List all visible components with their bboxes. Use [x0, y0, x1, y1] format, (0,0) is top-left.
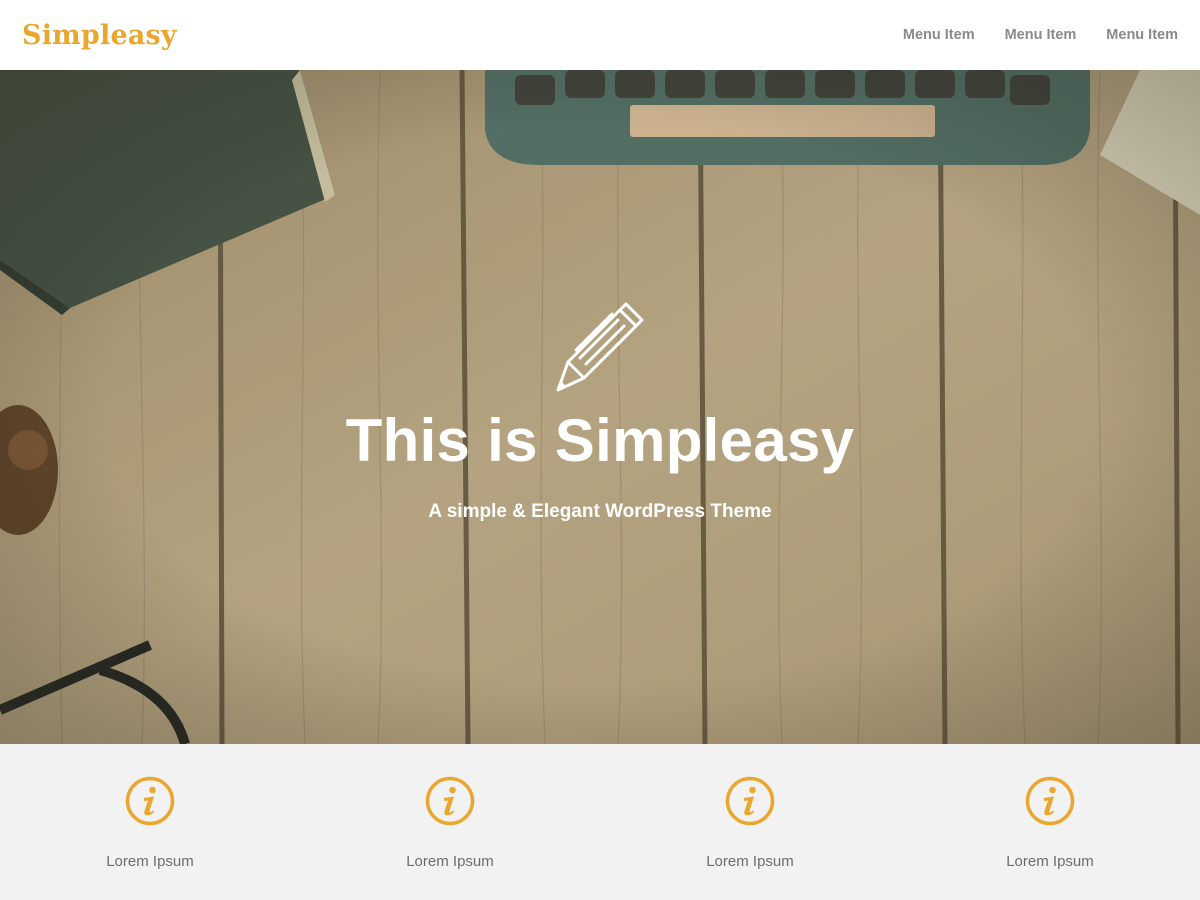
hero-banner: This is Simpleasy A simple & Elegant Wor… — [0, 70, 1200, 744]
nav-menu-item-2[interactable]: Menu Item — [1005, 27, 1077, 43]
info-icon — [725, 776, 775, 826]
nav-menu-item-3[interactable]: Menu Item — [1106, 27, 1178, 43]
hero-title: This is Simpleasy — [345, 407, 855, 474]
feature-item: Lorem Ipsum — [300, 744, 600, 900]
info-icon — [425, 776, 475, 826]
features-strip: Lorem Ipsum Lorem Ipsum Lorem Ipsum Lore… — [0, 744, 1200, 900]
feature-item: Lorem Ipsum — [600, 744, 900, 900]
site-header: Simpleasy Menu Item Menu Item Menu Item — [0, 0, 1200, 70]
pencil-icon — [556, 302, 644, 392]
feature-item: Lorem Ipsum — [900, 744, 1200, 900]
hero-content: This is Simpleasy A simple & Elegant Wor… — [0, 300, 1200, 523]
info-icon — [125, 776, 175, 826]
feature-label: Lorem Ipsum — [106, 853, 194, 870]
feature-label: Lorem Ipsum — [406, 853, 494, 870]
feature-item: Lorem Ipsum — [0, 744, 300, 900]
feature-label: Lorem Ipsum — [1006, 853, 1094, 870]
nav-menu-item-1[interactable]: Menu Item — [903, 27, 975, 43]
info-icon — [1025, 776, 1075, 826]
hero-subtitle: A simple & Elegant WordPress Theme — [428, 501, 772, 522]
site-logo[interactable]: Simpleasy — [22, 20, 177, 51]
feature-label: Lorem Ipsum — [706, 853, 794, 870]
main-nav: Menu Item Menu Item Menu Item — [873, 27, 1178, 43]
